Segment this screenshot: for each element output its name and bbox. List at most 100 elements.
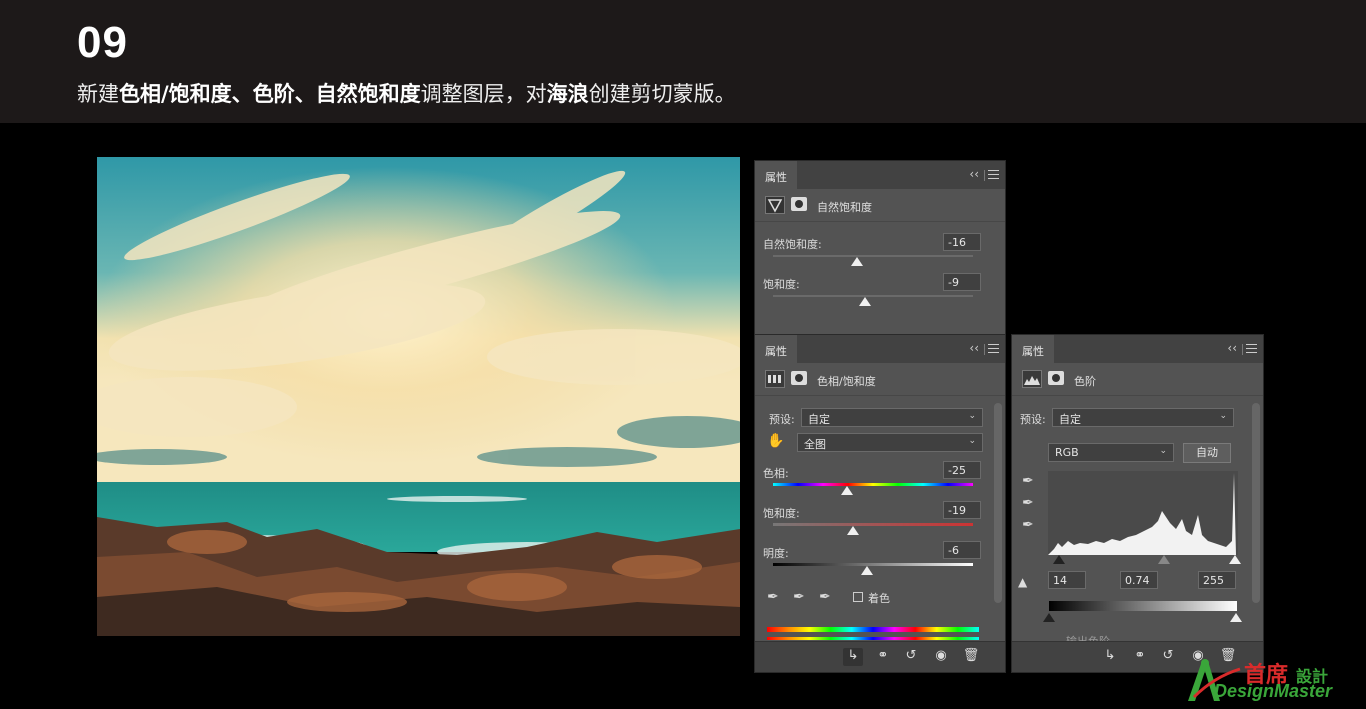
preset-dropdown[interactable]: 自定 ⌄ <box>801 408 983 427</box>
color-spectrum-bar <box>767 637 979 640</box>
saturation-slider-thumb[interactable] <box>847 526 859 535</box>
designmaster-logo: 首席 設計 DesignMaster <box>1184 657 1356 703</box>
view-previous-state-icon[interactable]: ⚭ <box>1130 648 1150 666</box>
instruction-part: 新建 <box>77 82 119 106</box>
black-point-eyedropper-icon[interactable]: ✒ <box>1022 473 1034 489</box>
saturation-value-input[interactable]: -19 <box>943 501 981 519</box>
layer-mask-icon[interactable] <box>1048 371 1064 385</box>
visibility-eye-icon[interactable]: ◉ <box>931 648 951 666</box>
collapse-icon[interactable]: ‹‹ <box>1227 341 1237 355</box>
chevron-down-icon: ⌄ <box>968 411 976 421</box>
preset-label: 预设: <box>769 413 795 426</box>
eyedropper-plus-icon[interactable]: ✒ <box>793 589 805 605</box>
channel-dropdown[interactable]: 全图 ⌄ <box>797 433 983 452</box>
colorize-checkbox[interactable] <box>853 592 863 602</box>
collapse-icon[interactable]: ‹‹ <box>969 341 979 355</box>
output-white-slider[interactable] <box>1230 613 1242 622</box>
chevron-down-icon: ⌄ <box>968 436 976 446</box>
hue-slider-track[interactable] <box>773 483 973 486</box>
layer-mask-icon[interactable] <box>791 197 807 211</box>
properties-panel-hue-saturation: 属性 ‹‹ 色相/饱和度 预设: 自定 ⌄ ✋ 全图 ⌄ 色相: -25 饱和度: … <box>754 334 1006 673</box>
scrollbar[interactable] <box>1252 403 1260 603</box>
instruction-text: 新建色相/饱和度、色阶、自然饱和度调整图层，对海浪创建剪切蒙版。 <box>77 78 736 108</box>
panel-menu-icon[interactable] <box>1246 344 1257 354</box>
chevron-down-icon: ⌄ <box>1159 446 1167 456</box>
levels-adjustment-icon[interactable] <box>1022 370 1042 388</box>
panel-titlebar: 属性 ‹‹ <box>755 335 1005 363</box>
header: 09 新建色相/饱和度、色阶、自然饱和度调整图层，对海浪创建剪切蒙版。 <box>0 0 1366 123</box>
gray-point-eyedropper-icon[interactable]: ✒ <box>1022 495 1034 511</box>
input-gamma-value[interactable]: 0.74 <box>1120 571 1158 589</box>
saturation-slider-thumb[interactable] <box>859 297 871 306</box>
histogram <box>1048 471 1238 555</box>
panel-menu-icon[interactable] <box>988 344 999 354</box>
seascape-photo <box>97 157 740 636</box>
chevron-down-icon: ⌄ <box>1219 411 1227 421</box>
clip-to-layer-icon[interactable]: ↳ <box>843 648 863 666</box>
vibrance-slider-track[interactable] <box>773 255 973 257</box>
saturation-slider-track[interactable] <box>773 295 973 297</box>
vibrance-slider-thumb[interactable] <box>851 257 863 266</box>
reset-icon[interactable]: ↺ <box>1158 648 1178 666</box>
preset-dropdown[interactable]: 自定 ⌄ <box>1052 408 1234 427</box>
saturation-slider-track[interactable] <box>773 523 973 526</box>
output-gradient <box>1049 601 1237 611</box>
input-white-value[interactable]: 255 <box>1198 571 1236 589</box>
divider <box>984 344 985 355</box>
properties-tab[interactable]: 属性 <box>755 335 797 363</box>
preset-label: 预设: <box>1020 413 1046 426</box>
hue-slider-thumb[interactable] <box>841 486 853 495</box>
vibrance-value-input[interactable]: -16 <box>943 233 981 251</box>
clipping-warning-icon[interactable]: ▲ <box>1018 575 1027 589</box>
white-point-eyedropper-icon[interactable]: ✒ <box>1022 517 1034 533</box>
view-previous-state-icon[interactable]: ⚭ <box>873 648 893 666</box>
panel-titlebar: 属性 ‹‹ <box>1012 335 1263 363</box>
properties-tab[interactable]: 属性 <box>755 161 797 189</box>
collapse-icon[interactable]: ‹‹ <box>969 167 979 181</box>
saturation-label: 饱和度: <box>763 278 800 291</box>
vibrance-adjustment-icon[interactable] <box>765 196 785 214</box>
lightness-slider-track[interactable] <box>773 563 973 566</box>
layer-name: 自然饱和度 <box>817 201 872 214</box>
instruction-part: 创建剪切蒙版。 <box>588 82 736 106</box>
saturation-label: 饱和度: <box>763 507 800 520</box>
channel-dropdown[interactable]: RGB ⌄ <box>1048 443 1174 462</box>
instruction-part: 海浪 <box>546 82 589 106</box>
properties-panel-vibrance: 属性 ‹‹ 自然饱和度 自然饱和度: -16 饱和度: -9 <box>754 160 1006 336</box>
lightness-label: 明度: <box>763 547 789 560</box>
auto-button[interactable]: 自动 <box>1183 443 1231 463</box>
input-black-value[interactable]: 14 <box>1048 571 1086 589</box>
instruction-part: 色相/饱和度、色阶、自然饱和度 <box>119 82 421 106</box>
layer-mask-icon[interactable] <box>791 371 807 385</box>
lightness-value-input[interactable]: -6 <box>943 541 981 559</box>
panel-menu-icon[interactable] <box>988 170 999 180</box>
input-black-slider[interactable] <box>1053 555 1065 564</box>
properties-panel-levels: 属性 ‹‹ 色阶 预设: 自定 ⌄ RGB ⌄ 自动 ✒ ✒ ✒ ▲ 14 0.74… <box>1011 334 1264 673</box>
panel-titlebar: 属性 ‹‹ <box>755 161 1005 189</box>
color-spectrum-bar <box>767 627 979 632</box>
vibrance-label: 自然饱和度: <box>763 238 822 251</box>
divider <box>984 170 985 181</box>
hue-value-input[interactable]: -25 <box>943 461 981 479</box>
layer-header: 自然饱和度 <box>755 189 1005 222</box>
divider <box>1242 344 1243 355</box>
hue-saturation-adjustment-icon[interactable] <box>765 370 785 388</box>
layer-header: 色阶 <box>1012 363 1263 396</box>
hue-label: 色相: <box>763 467 789 480</box>
layer-header: 色相/饱和度 <box>755 363 1005 396</box>
clip-to-layer-icon[interactable]: ↳ <box>1100 648 1120 666</box>
eyedropper-icon[interactable]: ✒ <box>767 589 779 605</box>
input-gamma-slider[interactable] <box>1158 555 1170 564</box>
output-black-slider[interactable] <box>1043 613 1055 622</box>
targeted-adjustment-hand-icon[interactable]: ✋ <box>767 433 784 449</box>
properties-tab[interactable]: 属性 <box>1012 335 1054 363</box>
lightness-slider-thumb[interactable] <box>861 566 873 575</box>
step-number: 09 <box>77 18 128 67</box>
reset-icon[interactable]: ↺ <box>901 648 921 666</box>
saturation-value-input[interactable]: -9 <box>943 273 981 291</box>
logo-en-text: DesignMaster <box>1214 681 1333 701</box>
scrollbar[interactable] <box>994 403 1002 603</box>
input-white-slider[interactable] <box>1229 555 1241 564</box>
eyedropper-minus-icon[interactable]: ✒ <box>819 589 831 605</box>
trash-icon[interactable]: 🗑 <box>961 648 981 666</box>
